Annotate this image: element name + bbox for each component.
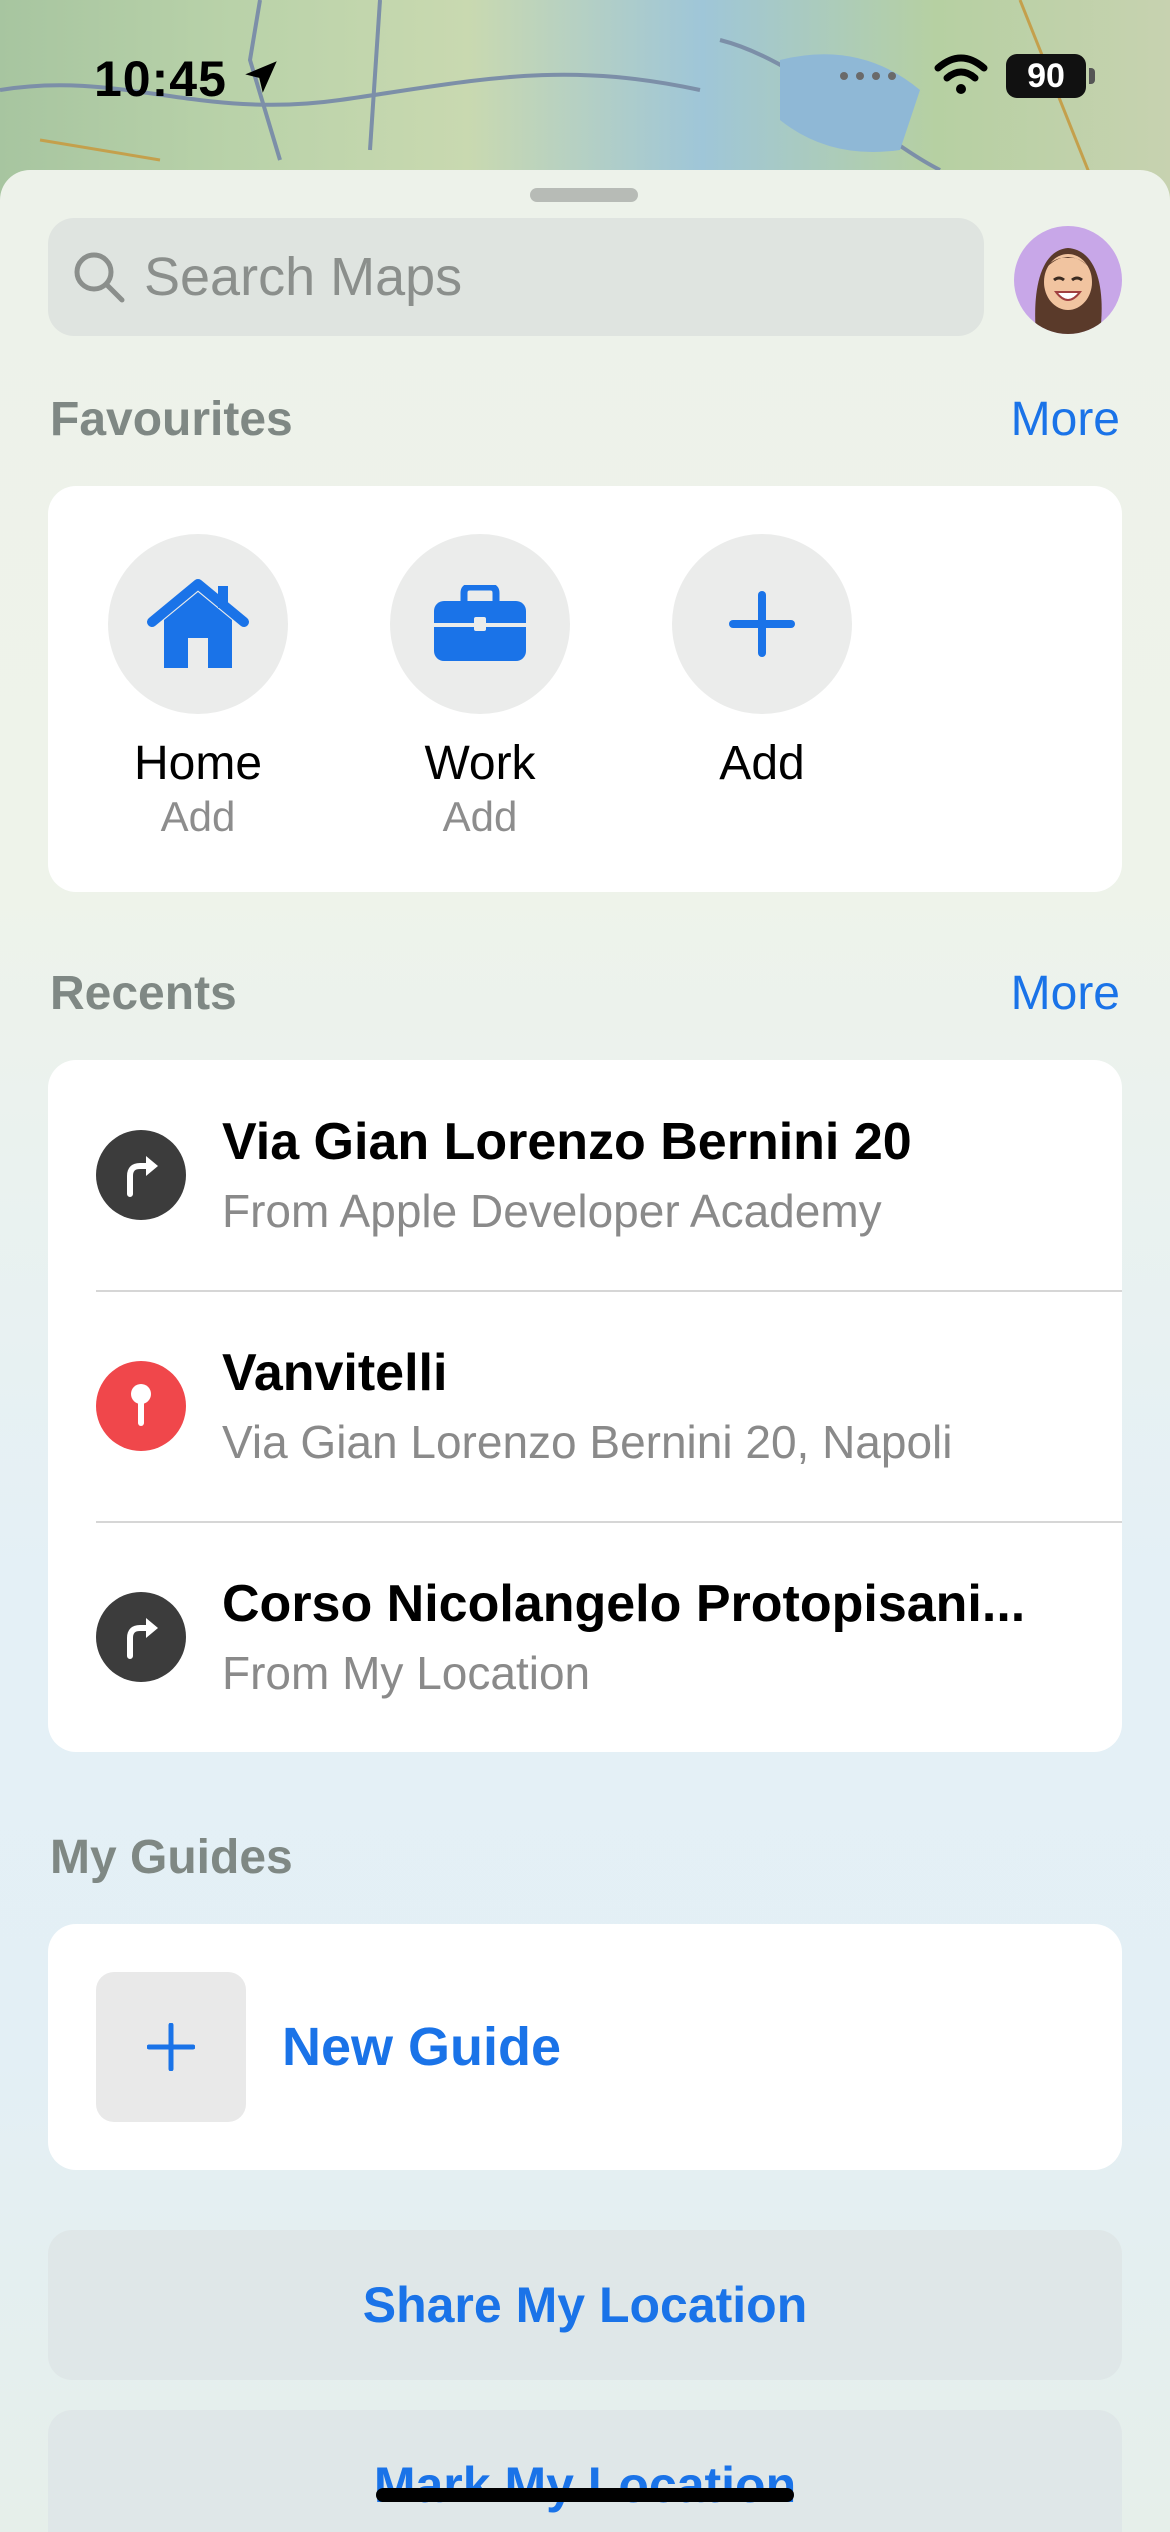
avatar[interactable] [1014, 226, 1122, 334]
status-time: 10:45 [94, 51, 227, 107]
favourite-home-sub: Add [160, 793, 236, 840]
new-guide-button[interactable] [96, 1972, 246, 2122]
guides-card: New Guide [48, 1924, 1122, 2170]
plus-icon [729, 591, 795, 657]
recent-item-title: Vanvitelli [222, 1344, 448, 1402]
home-indicator[interactable] [376, 2488, 794, 2502]
recents-card: Via Gian Lorenzo Bernini 20 From Apple D… [48, 1060, 1122, 1752]
new-guide-label[interactable]: New Guide [282, 2016, 561, 2078]
battery-indicator: 90 [1006, 54, 1086, 98]
favourites-more-link[interactable]: More [1011, 392, 1120, 447]
recents-more-link[interactable]: More [1011, 966, 1120, 1021]
recent-item[interactable]: Corso Nicolangelo Protopisani... From My… [48, 1522, 1122, 1752]
location-arrow-icon [245, 61, 277, 93]
favourite-work-label: Work [424, 737, 536, 790]
add-circle[interactable] [672, 534, 852, 714]
guides-title: My Guides [50, 1831, 293, 1884]
house-icon [147, 579, 249, 668]
directions-turn-icon [96, 1592, 186, 1682]
recent-item-subtitle: From Apple Developer Academy [222, 1185, 882, 1237]
favourites-card: Home Add Work Add Add [48, 486, 1122, 892]
share-my-location-button[interactable]: Share My Location [48, 2230, 1122, 2380]
directions-turn-icon [96, 1130, 186, 1220]
cellular-signal-icon [840, 72, 896, 80]
pin-icon [96, 1361, 186, 1451]
favourite-work-sub: Add [442, 793, 518, 840]
work-circle[interactable] [390, 534, 570, 714]
bottom-sheet: Favourites More Home Add [0, 170, 1170, 2532]
recent-item[interactable]: Vanvitelli Via Gian Lorenzo Bernini 20, … [48, 1291, 1122, 1521]
search-icon [74, 252, 125, 303]
wifi-icon [934, 54, 988, 94]
recents-title: Recents [50, 967, 237, 1020]
mark-my-location-button[interactable]: Mark My Location [48, 2410, 1122, 2532]
favourite-home-label: Home [133, 737, 263, 790]
battery-cap [1089, 68, 1095, 84]
briefcase-icon [434, 585, 526, 661]
home-circle[interactable] [108, 534, 288, 714]
plus-icon [147, 2023, 195, 2071]
recent-item-subtitle: Via Gian Lorenzo Bernini 20, Napoli [222, 1416, 953, 1468]
favourites-title: Favourites [50, 393, 293, 446]
recent-item-subtitle: From My Location [222, 1647, 591, 1699]
favourite-work[interactable]: Work Add [390, 534, 570, 841]
sheet-grabber[interactable] [530, 188, 638, 202]
favourite-home[interactable]: Home Add [108, 534, 288, 841]
search-input[interactable] [144, 218, 964, 336]
status-bar: 10:45 90 [0, 0, 1170, 160]
favourite-add-label: Add [719, 737, 805, 790]
recent-item[interactable]: Via Gian Lorenzo Bernini 20 From Apple D… [48, 1060, 1122, 1290]
favourite-add[interactable]: Add [672, 534, 852, 791]
recent-item-title: Via Gian Lorenzo Bernini 20 [222, 1113, 912, 1171]
recent-item-title: Corso Nicolangelo Protopisani... [222, 1575, 1026, 1633]
search-bar[interactable] [48, 218, 984, 336]
